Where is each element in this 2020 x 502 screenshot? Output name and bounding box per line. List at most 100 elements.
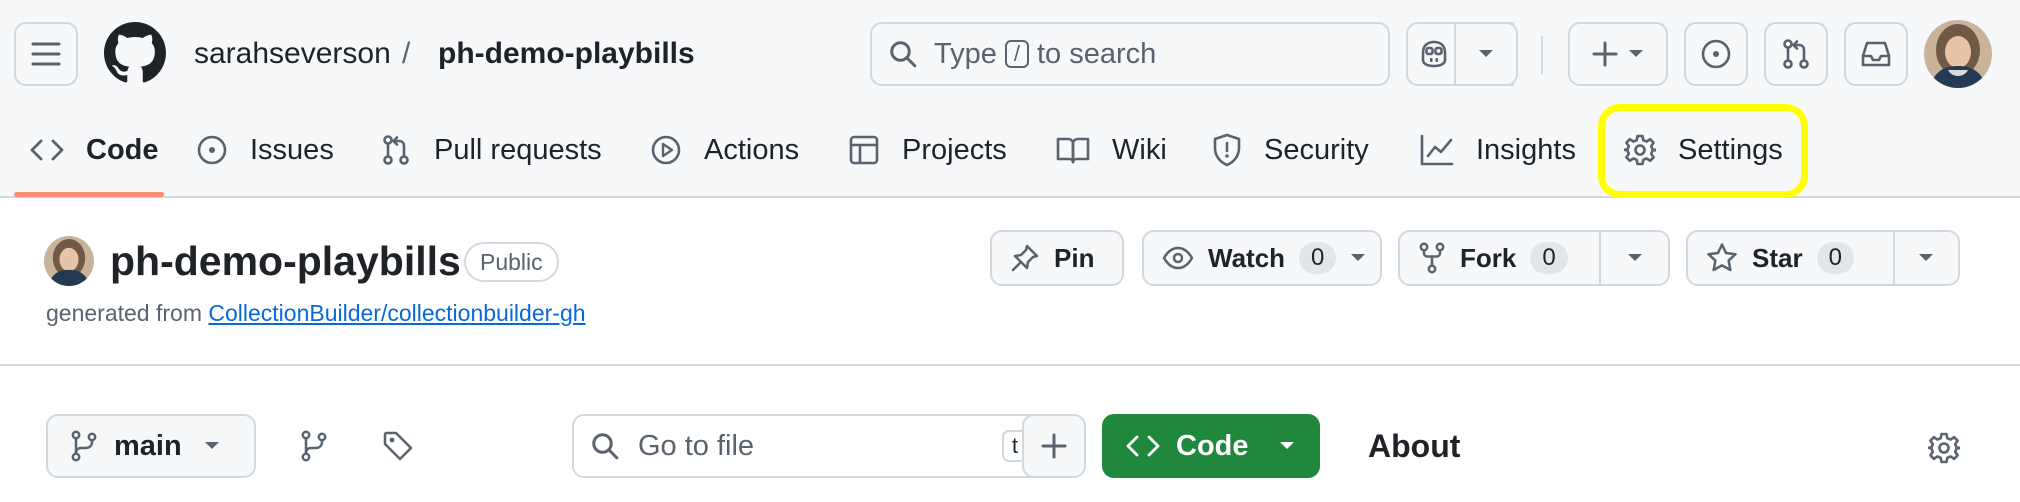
user-avatar[interactable] — [1924, 20, 1992, 88]
code-icon — [1126, 435, 1160, 457]
fork-icon — [1419, 242, 1445, 274]
watch-label: Watch — [1208, 242, 1286, 273]
repo-owner-avatar[interactable] — [44, 236, 94, 286]
template-repo-link[interactable]: CollectionBuilder/collectionbuilder-gh — [208, 300, 585, 326]
generated-from-text: generated from CollectionBuilder/collect… — [46, 298, 586, 328]
branch-name: main — [114, 429, 182, 462]
your-issues-button[interactable] — [1684, 22, 1748, 86]
tab-label: Code — [86, 133, 159, 166]
star-label: Star — [1752, 242, 1803, 273]
tab-issues[interactable]: Issues — [196, 122, 334, 178]
fork-label: Fork — [1460, 242, 1517, 273]
copilot-dropdown-button[interactable] — [1454, 22, 1518, 86]
code-dropdown-button[interactable]: Code — [1102, 414, 1320, 478]
visibility-badge: Public — [464, 242, 559, 282]
star-button-group: Star 0 — [1686, 230, 1960, 286]
hamburger-icon — [31, 42, 61, 66]
fork-count: 0 — [1530, 242, 1568, 274]
shield-icon — [1213, 133, 1241, 167]
tab-projects[interactable]: Projects — [848, 122, 1007, 178]
tab-label: Wiki — [1112, 133, 1167, 166]
github-logo-icon[interactable] — [104, 22, 166, 84]
tab-label: Insights — [1476, 133, 1576, 166]
pin-icon — [1011, 244, 1039, 272]
star-dropdown-button[interactable] — [1892, 232, 1958, 284]
tab-label: Projects — [902, 133, 1007, 166]
inbox-button[interactable] — [1844, 22, 1908, 86]
tags-link[interactable] — [374, 422, 422, 470]
branches-link[interactable] — [290, 422, 338, 470]
chevron-down-icon — [1351, 254, 1366, 261]
generated-prefix: generated from — [46, 300, 202, 326]
tab-label: Pull requests — [434, 133, 602, 166]
chevron-down-icon — [1479, 50, 1493, 57]
breadcrumb-owner-link[interactable]: sarahseverson — [194, 34, 391, 74]
tab-label: Issues — [250, 133, 334, 166]
issue-icon — [197, 135, 227, 165]
table-icon — [849, 135, 879, 165]
tab-wiki[interactable]: Wiki — [1056, 122, 1167, 178]
tab-actions[interactable]: Actions — [650, 122, 799, 178]
settings-highlight-box — [1598, 104, 1808, 198]
pull-request-icon — [1783, 39, 1809, 69]
open-menu-button[interactable] — [14, 22, 78, 86]
plus-icon — [1592, 41, 1618, 67]
eye-icon — [1162, 246, 1194, 270]
tab-label: Actions — [704, 133, 800, 166]
tab-code[interactable]: Code — [30, 122, 159, 178]
search-suffix-text: to search — [1037, 37, 1157, 70]
header-divider — [1541, 36, 1543, 74]
edit-about-button[interactable] — [1922, 426, 1966, 470]
inbox-icon — [1861, 41, 1891, 67]
chevron-down-icon — [1627, 254, 1642, 261]
fork-dropdown-button[interactable] — [1599, 232, 1668, 284]
plus-icon — [1041, 433, 1067, 459]
star-button[interactable]: Star 0 — [1688, 232, 1893, 284]
fork-button-group: Fork 0 — [1398, 230, 1670, 286]
chevron-down-icon — [1919, 254, 1934, 261]
tab-label: Security — [1264, 133, 1369, 166]
pin-button[interactable]: Pin — [990, 230, 1124, 286]
tab-insights[interactable]: Insights — [1420, 122, 1576, 178]
go-to-file-placeholder: Go to file — [638, 429, 755, 462]
chevron-down-icon — [1279, 442, 1294, 449]
search-prefix-text: Type — [934, 37, 997, 70]
create-new-button[interactable] — [1568, 22, 1668, 86]
your-pull-requests-button[interactable] — [1764, 22, 1828, 86]
watch-button[interactable]: Watch 0 — [1142, 230, 1382, 286]
star-icon — [1707, 243, 1737, 272]
add-file-button[interactable] — [1022, 414, 1086, 478]
about-heading: About — [1368, 428, 1461, 464]
play-icon — [651, 135, 681, 165]
repo-title[interactable]: ph-demo-playbills — [110, 236, 461, 286]
branch-icon — [71, 430, 97, 462]
fork-button[interactable]: Fork 0 — [1400, 232, 1599, 284]
issue-icon — [1701, 39, 1731, 69]
search-icon — [890, 41, 917, 68]
selected-tab-indicator — [14, 192, 164, 197]
tab-pull-requests[interactable]: Pull requests — [380, 122, 602, 178]
branch-select-button[interactable]: main — [46, 414, 256, 478]
book-icon — [1056, 137, 1090, 164]
tag-icon — [383, 431, 413, 461]
section-divider — [0, 364, 2020, 366]
pin-label: Pin — [1054, 242, 1095, 273]
star-count: 0 — [1816, 242, 1854, 274]
global-header: sarahseverson / ph-demo-playbills Type /… — [0, 0, 2020, 198]
pull-request-icon — [383, 135, 409, 165]
branch-icon — [301, 430, 327, 462]
tab-security[interactable]: Security — [1212, 122, 1369, 178]
code-button-label: Code — [1176, 429, 1249, 462]
gear-icon — [1928, 432, 1960, 464]
search-icon — [592, 433, 619, 460]
breadcrumb-repo-link[interactable]: ph-demo-playbills — [438, 34, 695, 74]
go-to-file-input[interactable]: Go to file t — [572, 414, 1042, 478]
global-search-input[interactable]: Type / to search — [870, 22, 1390, 86]
watch-count: 0 — [1299, 242, 1337, 274]
breadcrumb-separator: / — [402, 37, 411, 70]
chevron-down-icon — [204, 442, 219, 449]
code-icon — [30, 139, 64, 161]
search-shortcut-key: / — [1004, 40, 1029, 68]
graph-icon — [1420, 134, 1454, 166]
copilot-icon — [1421, 40, 1447, 68]
